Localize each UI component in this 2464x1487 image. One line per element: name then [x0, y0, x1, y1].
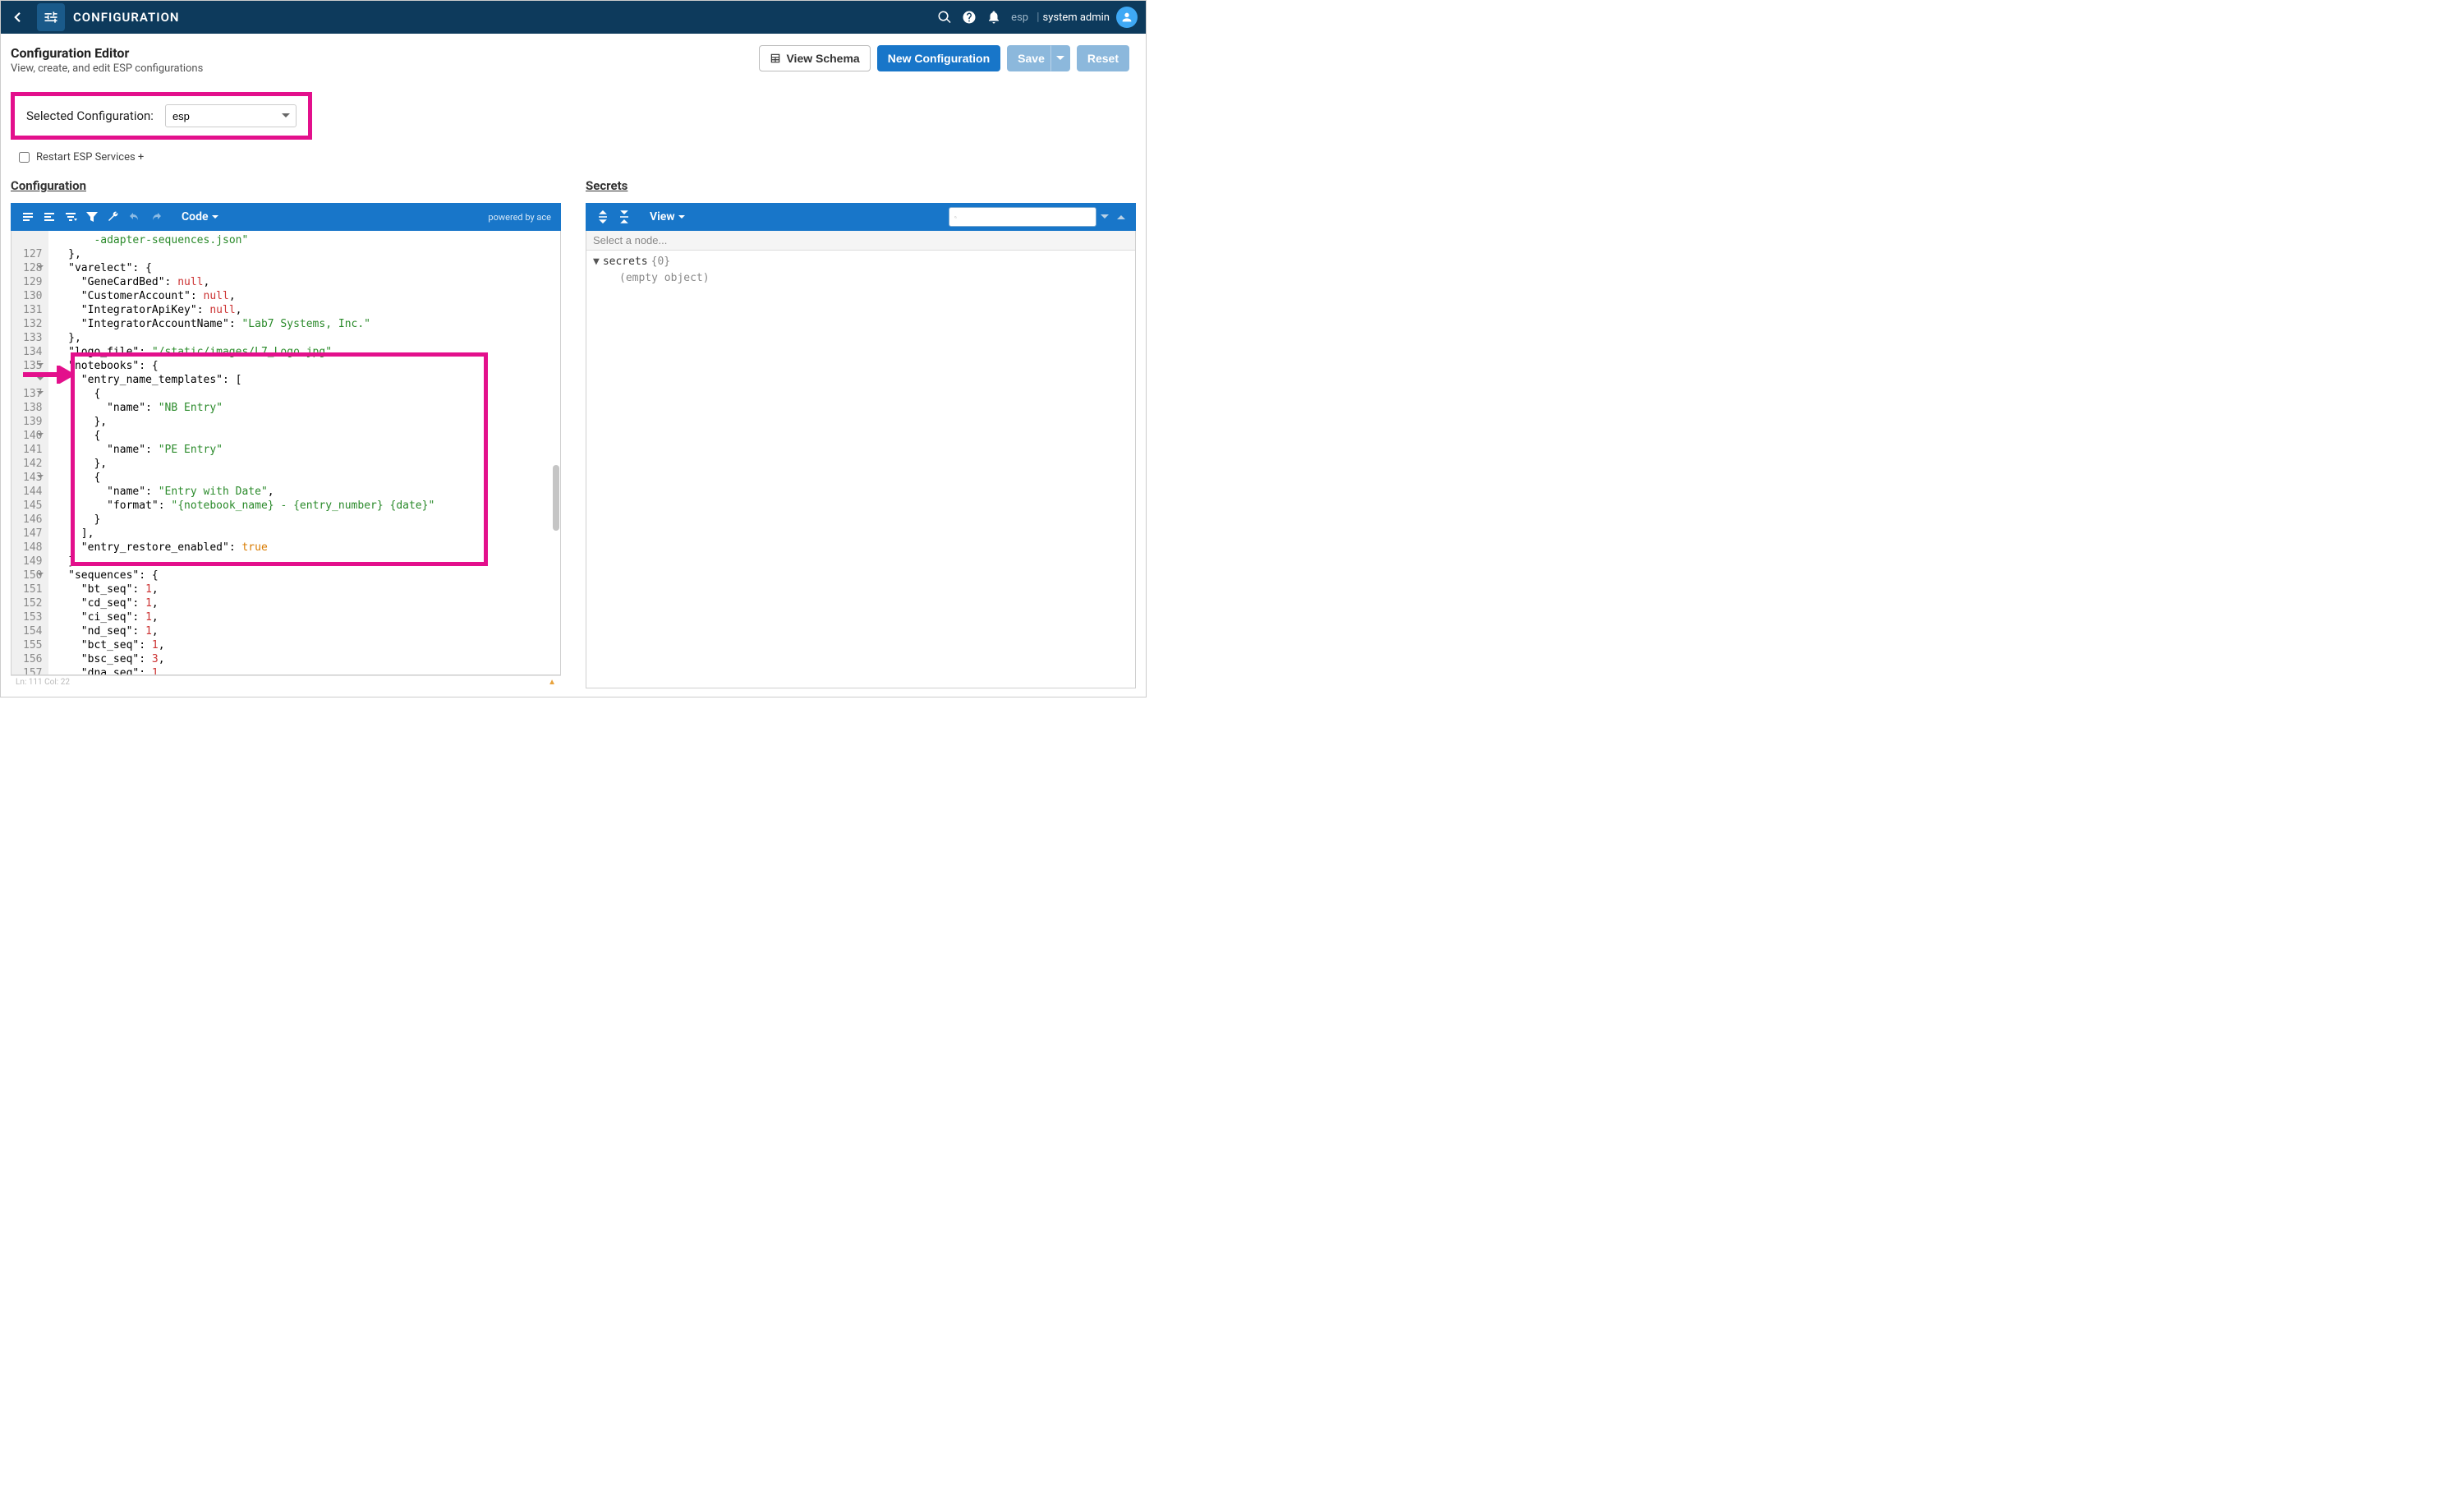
tenant-label: esp [1006, 12, 1033, 24]
filter-button[interactable] [81, 206, 103, 228]
search-button[interactable] [932, 1, 957, 34]
view-schema-button[interactable]: View Schema [759, 45, 870, 71]
secrets-tree[interactable]: ▼ secrets {0} (empty object) [586, 251, 1135, 290]
top-navbar: CONFIGURATION esp | system admin [1, 1, 1146, 34]
code-editor[interactable]: 1271281291301311321331341351371381391401… [11, 231, 561, 675]
selected-config-dropdown[interactable]: esp [165, 104, 297, 127]
selected-config-highlight: Selected Configuration: esp [11, 92, 312, 140]
sort-icon [64, 210, 77, 223]
editor-scrollbar[interactable] [552, 231, 560, 674]
schema-icon [770, 53, 781, 64]
restart-services-checkbox[interactable] [19, 152, 30, 163]
redo-button[interactable] [145, 206, 167, 228]
expand-vert-icon [596, 210, 609, 223]
user-avatar[interactable] [1116, 7, 1138, 28]
bell-icon [986, 10, 1001, 25]
config-editor-toolbar: Code powered by ace [11, 203, 561, 231]
user-icon [1120, 11, 1133, 24]
help-button[interactable] [957, 1, 981, 34]
collapse-icon [43, 210, 56, 223]
tree-caret-icon: ▼ [593, 254, 600, 270]
warning-icon: ▲ [548, 678, 556, 687]
tree-root-row[interactable]: ▼ secrets {0} [593, 254, 1129, 270]
collapse-vert-icon [618, 210, 631, 223]
user-label: system admin [1043, 12, 1117, 24]
restart-services-label: Restart ESP Services + [36, 151, 144, 163]
cursor-position-label: Ln: 111 Col: 22 [16, 678, 70, 687]
secrets-mode-dropdown[interactable]: View [641, 210, 693, 223]
secrets-panel-title: Secrets [586, 178, 1136, 193]
search-icon [937, 10, 952, 25]
secrets-panel: Secrets View Select a node... ▼ se [586, 178, 1136, 688]
chevron-left-icon [10, 10, 25, 25]
new-configuration-button[interactable]: New Configuration [877, 45, 1000, 71]
expand-icon [21, 210, 34, 223]
notifications-button[interactable] [981, 1, 1006, 34]
configuration-panel: Configuration Code powered by ace 127128… [11, 178, 561, 688]
chevron-down-icon [1056, 54, 1064, 62]
sort-button[interactable] [60, 206, 81, 228]
undo-icon [128, 210, 141, 223]
config-app-icon [37, 3, 65, 31]
tree-empty-label: (empty object) [593, 270, 1129, 287]
secrets-toolbar: View [586, 203, 1136, 231]
collapse-all-button[interactable] [39, 206, 60, 228]
back-button[interactable] [1, 1, 34, 34]
save-dropdown-button[interactable] [1050, 45, 1070, 71]
sliders-icon [43, 9, 59, 25]
secrets-expand-button[interactable] [592, 206, 614, 228]
editor-mode-dropdown[interactable]: Code [173, 210, 227, 223]
expand-all-button[interactable] [17, 206, 39, 228]
chevron-down-icon [1101, 213, 1109, 221]
chevron-up-icon [1117, 213, 1125, 221]
search-next-button[interactable] [1096, 207, 1113, 227]
redo-icon [149, 210, 163, 223]
save-button[interactable]: Save [1007, 45, 1055, 71]
page-header: Configuration Editor View, create, and e… [1, 34, 1146, 84]
page-app-title: CONFIGURATION [73, 10, 180, 25]
code-content[interactable]: -adapter-sequences.json" }, "varelect": … [48, 231, 560, 674]
secrets-search-input[interactable] [957, 211, 1091, 223]
reset-button[interactable]: Reset [1077, 45, 1129, 71]
page-subtitle: View, create, and edit ESP configuration… [11, 62, 203, 75]
undo-button[interactable] [124, 206, 145, 228]
repair-button[interactable] [103, 206, 124, 228]
page-title: Configuration Editor [11, 45, 203, 61]
powered-by-label: powered by ace [488, 212, 554, 223]
search-prev-button[interactable] [1113, 207, 1129, 227]
divider: | [1033, 11, 1042, 24]
selected-config-label: Selected Configuration: [26, 108, 154, 123]
configuration-panel-title: Configuration [11, 178, 561, 193]
line-gutter: 1271281291301311321331341351371381391401… [11, 231, 48, 674]
wrench-icon [107, 210, 120, 223]
secrets-search[interactable] [949, 207, 1096, 227]
help-icon [962, 10, 977, 25]
node-path-input[interactable]: Select a node... [586, 231, 1135, 251]
secrets-collapse-button[interactable] [614, 206, 635, 228]
filter-icon [85, 210, 99, 223]
